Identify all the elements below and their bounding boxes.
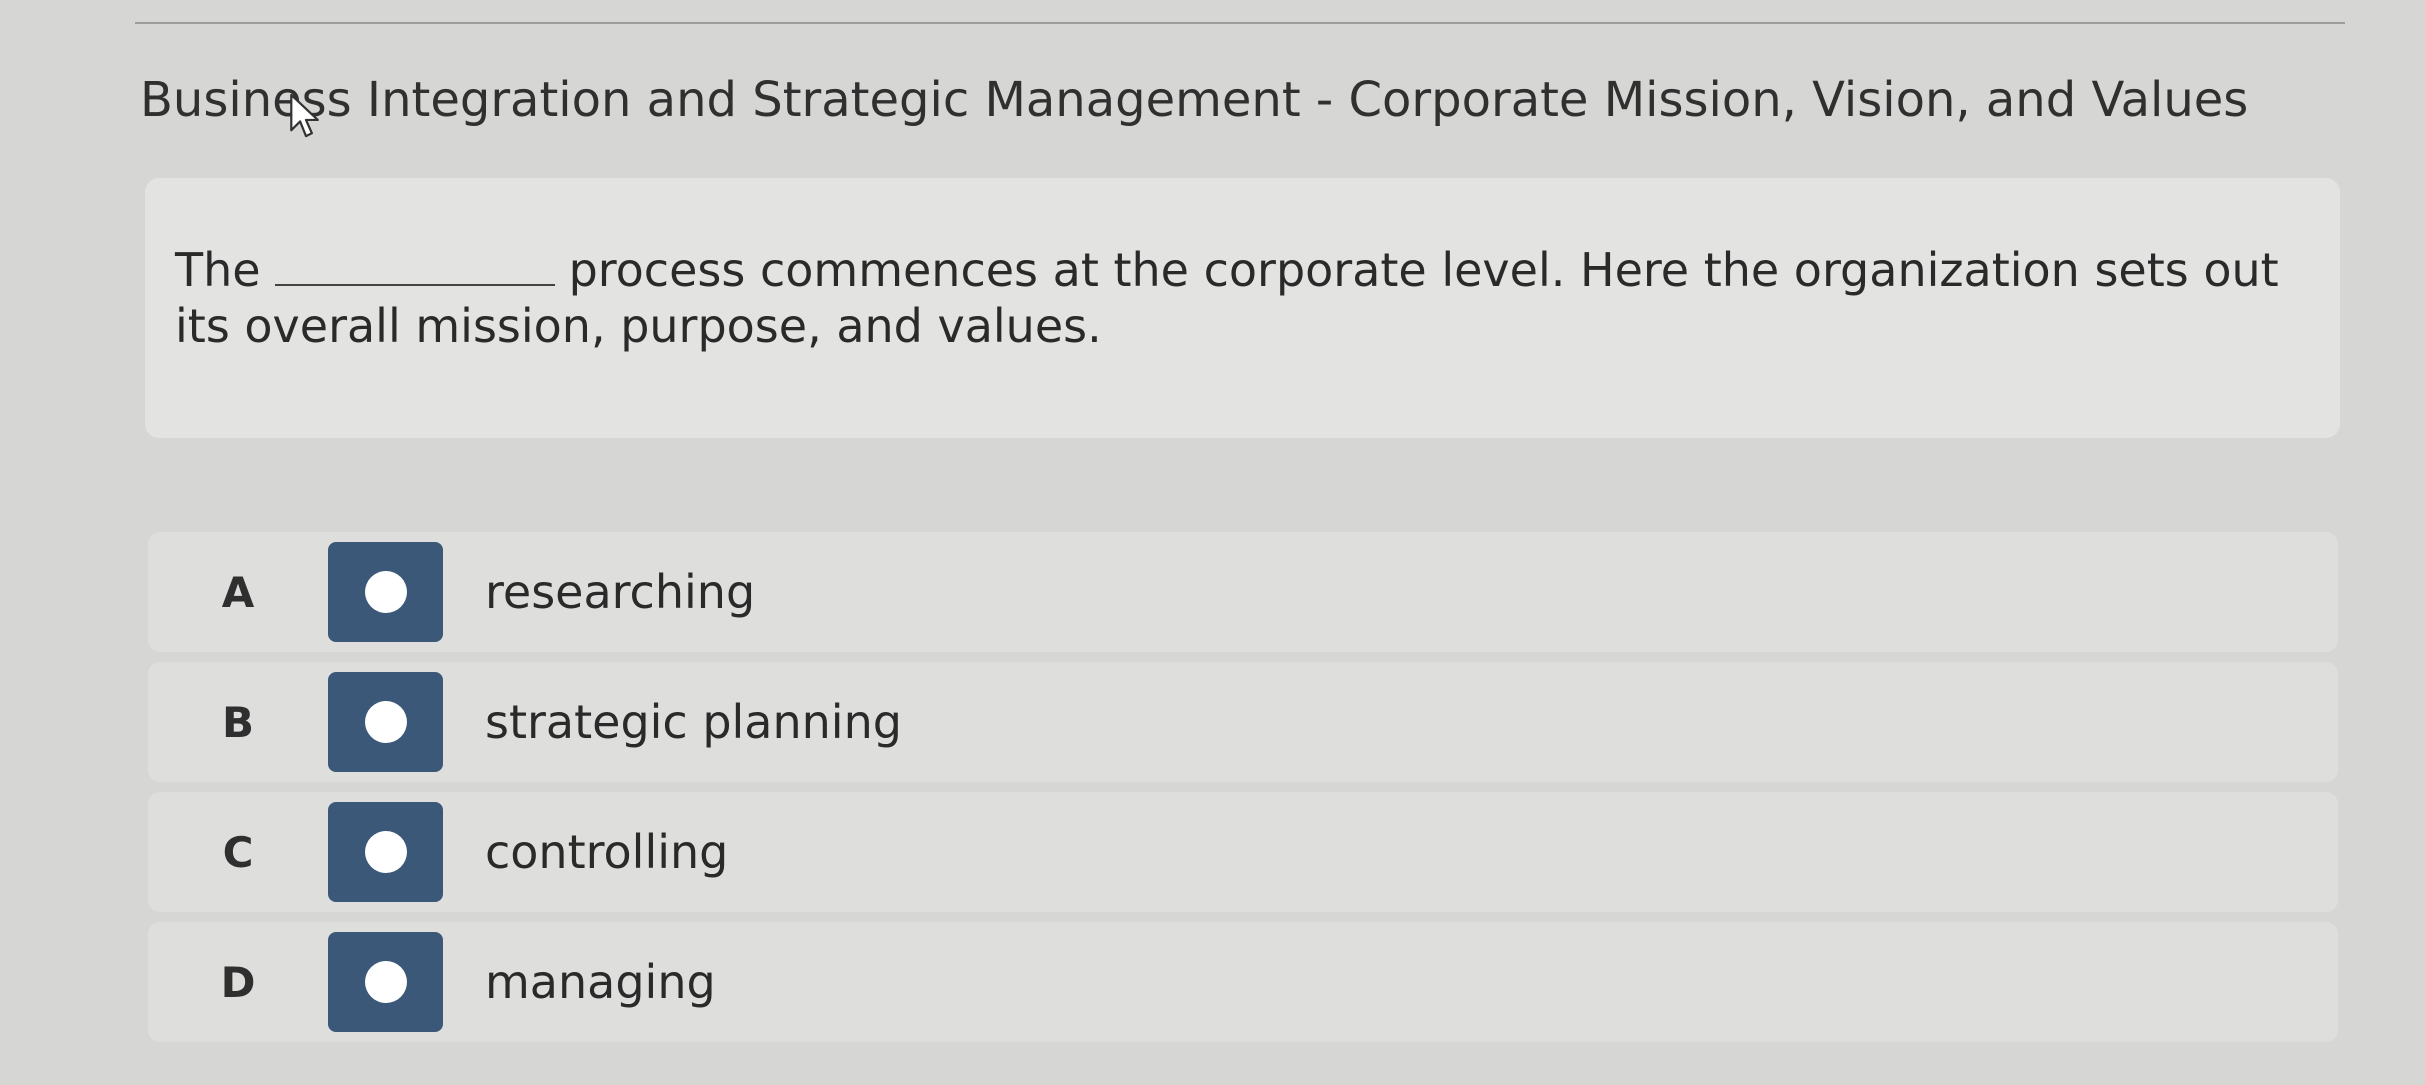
option-letter: C — [222, 827, 254, 877]
option-letter: A — [221, 567, 255, 617]
option-label: researching — [485, 565, 756, 619]
option-a[interactable]: A researching — [148, 532, 2338, 652]
option-label: strategic planning — [485, 695, 902, 749]
radio-button-icon — [364, 571, 407, 613]
radio-button-icon — [364, 831, 407, 873]
question-text: The process commences at the corporate le… — [175, 242, 2310, 354]
option-b[interactable]: B strategic planning — [148, 662, 2338, 782]
option-d[interactable]: D managing — [148, 922, 2338, 1042]
question-text-start: The — [175, 243, 261, 297]
option-label: controlling — [485, 825, 729, 879]
radio-button[interactable] — [328, 802, 443, 902]
question-card: The process commences at the corporate le… — [145, 178, 2340, 438]
radio-button[interactable] — [328, 672, 443, 772]
radio-button[interactable] — [328, 542, 443, 642]
answer-blank — [274, 244, 555, 286]
radio-button[interactable] — [328, 932, 443, 1032]
top-divider — [135, 22, 2345, 24]
radio-button-icon — [364, 961, 407, 1003]
option-c[interactable]: C controlling — [148, 792, 2338, 912]
option-label: managing — [485, 955, 716, 1009]
page-title: Business Integration and Strategic Manag… — [140, 72, 2249, 128]
option-letter: B — [221, 697, 254, 747]
radio-button-icon — [364, 701, 407, 743]
mouse-pointer-icon — [290, 93, 319, 138]
answer-options: A researching B strategic planning C con… — [148, 532, 2338, 1052]
option-letter: D — [220, 957, 256, 1007]
